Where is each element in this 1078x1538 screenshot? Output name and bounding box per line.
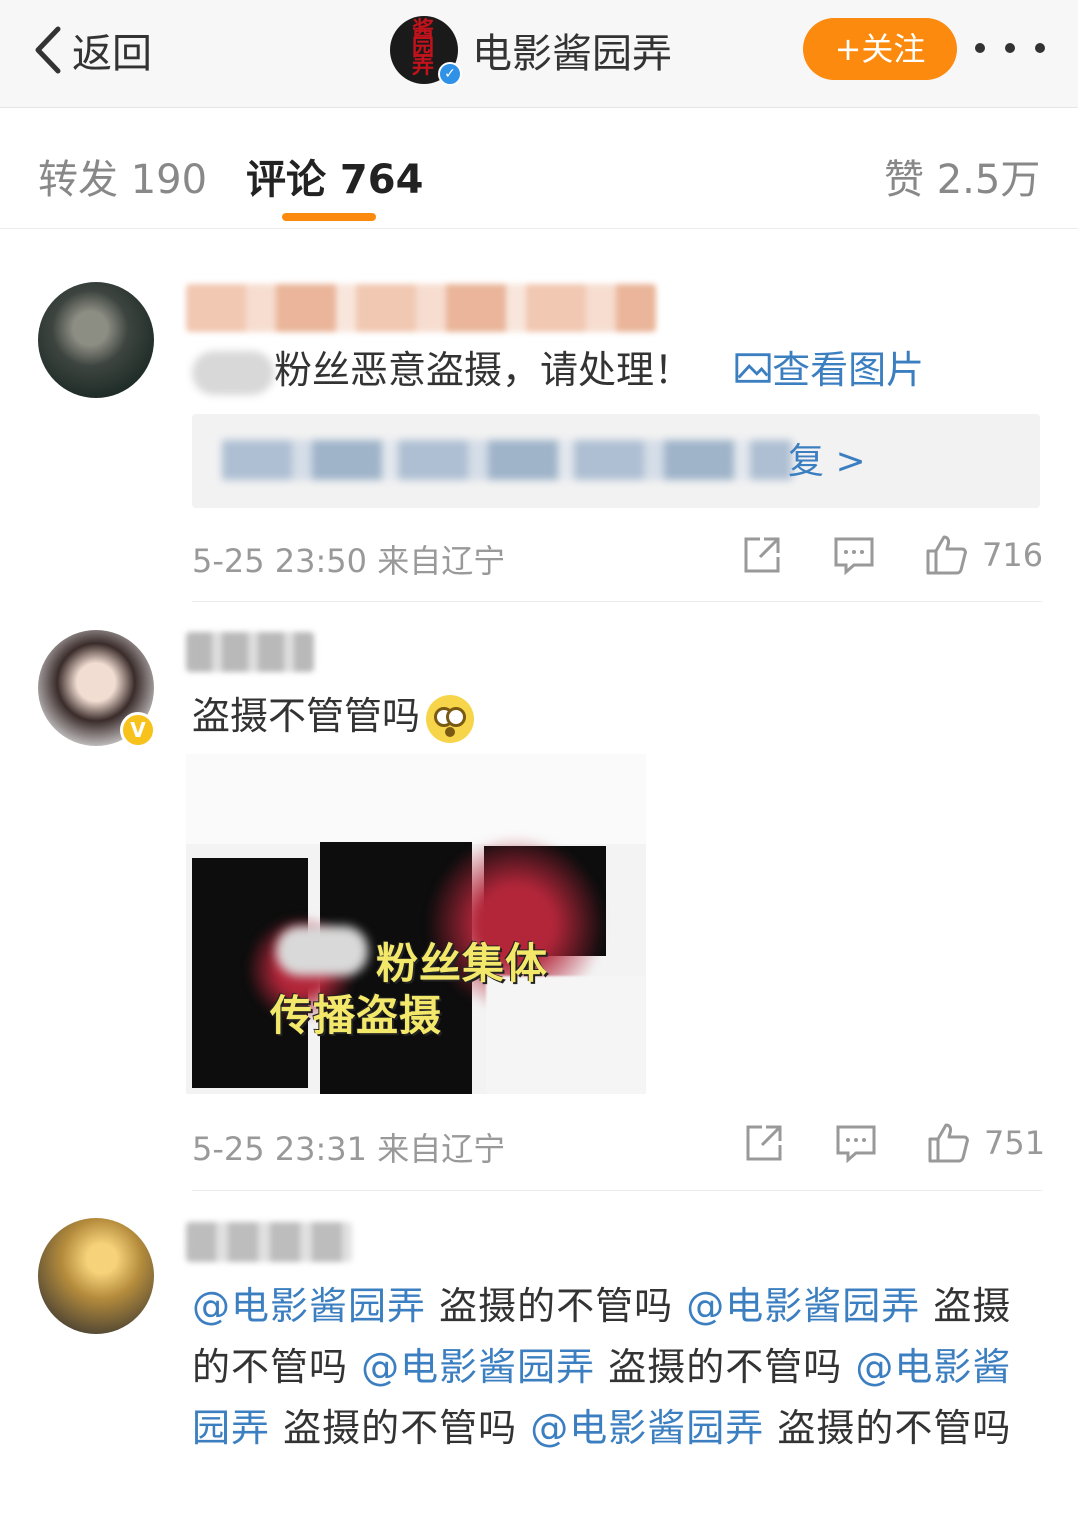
- tab-active-indicator: [282, 213, 376, 221]
- reply-button[interactable]: [832, 533, 876, 577]
- comment-text: 粉丝恶意盗摄，请处理！ 查看图片: [192, 340, 924, 400]
- mention-link[interactable]: @电影酱园弄: [686, 1284, 920, 1328]
- tab-comments[interactable]: 评论 764: [246, 147, 423, 205]
- avatar[interactable]: V: [38, 630, 156, 748]
- reply-button[interactable]: [834, 1121, 878, 1165]
- image-side-panel: [486, 976, 646, 1094]
- blurred-reply-text: [222, 440, 792, 480]
- account-name[interactable]: 电影酱园弄: [472, 21, 672, 79]
- comment-text: 盗摄不管管吗: [192, 686, 475, 746]
- like-button[interactable]: 716: [924, 533, 1043, 577]
- mention-link[interactable]: @电影酱园弄: [361, 1345, 595, 1389]
- comment-meta: 5-25 23:31 来自辽宁: [192, 1130, 506, 1168]
- image-icon: [735, 353, 771, 383]
- tab-likes[interactable]: 赞 2.5万: [884, 147, 1040, 205]
- chevron-left-icon: [35, 26, 61, 74]
- blurred-username: [186, 632, 314, 672]
- blurred-word: [192, 350, 274, 395]
- comment-divider: [192, 1190, 1042, 1191]
- comment-icon: [836, 1125, 876, 1164]
- comment-icon: [834, 537, 874, 576]
- comment-image[interactable]: 粉丝集体 传播盗摄: [186, 754, 646, 1094]
- blurred-username: [186, 284, 656, 332]
- mention-link[interactable]: @电影酱园弄: [530, 1406, 764, 1450]
- like-button[interactable]: 751: [926, 1121, 1045, 1165]
- thumbs-up-icon: [928, 1123, 969, 1163]
- follow-button[interactable]: +关注: [803, 18, 957, 80]
- tab-bar: 转发 190 评论 764 赞 2.5万: [0, 109, 1078, 229]
- account-avatar[interactable]: 酱园弄 ✓: [390, 16, 462, 86]
- thumbs-up-icon: [926, 535, 967, 575]
- avatar[interactable]: [38, 1218, 154, 1334]
- share-icon: [744, 537, 780, 573]
- like-count: 716: [982, 536, 1044, 574]
- view-replies-link[interactable]: 复 >: [788, 432, 866, 484]
- share-button[interactable]: [740, 533, 784, 577]
- flushed-face-emoji-icon: [426, 694, 475, 743]
- verified-v-badge-icon: V: [120, 712, 156, 748]
- back-label: 返回: [72, 31, 152, 77]
- verified-badge-icon: ✓: [438, 62, 462, 86]
- mention-link[interactable]: @电影酱园弄: [192, 1284, 426, 1328]
- blurred-username: [186, 1222, 352, 1262]
- account-logo-text: 酱园弄: [411, 18, 434, 79]
- comment-meta: 5-25 23:50 来自辽宁: [192, 542, 506, 580]
- share-icon: [746, 1125, 782, 1161]
- tab-reposts[interactable]: 转发 190: [38, 147, 207, 205]
- top-nav-bar: 返回 酱园弄 ✓ 电影酱园弄 +关注: [0, 0, 1078, 108]
- image-header-area: [186, 754, 646, 844]
- blurred-word: [276, 926, 368, 976]
- back-button[interactable]: 返回: [30, 22, 152, 78]
- replies-preview[interactable]: 复 >: [192, 414, 1040, 508]
- view-image-link[interactable]: 查看图片: [734, 348, 924, 392]
- like-count: 751: [984, 1124, 1046, 1162]
- account-header[interactable]: 酱园弄 ✓ 电影酱园弄: [390, 16, 672, 86]
- avatar[interactable]: [38, 282, 154, 398]
- share-button[interactable]: [742, 1121, 786, 1165]
- more-options-icon[interactable]: [975, 28, 1045, 68]
- comment-divider: [192, 601, 1042, 602]
- comment-text: @电影酱园弄 盗摄的不管吗 @电影酱园弄 盗摄的不管吗 @电影酱园弄 盗摄的不管…: [192, 1284, 1012, 1450]
- image-caption-line-2: 传播盗摄: [270, 991, 443, 1040]
